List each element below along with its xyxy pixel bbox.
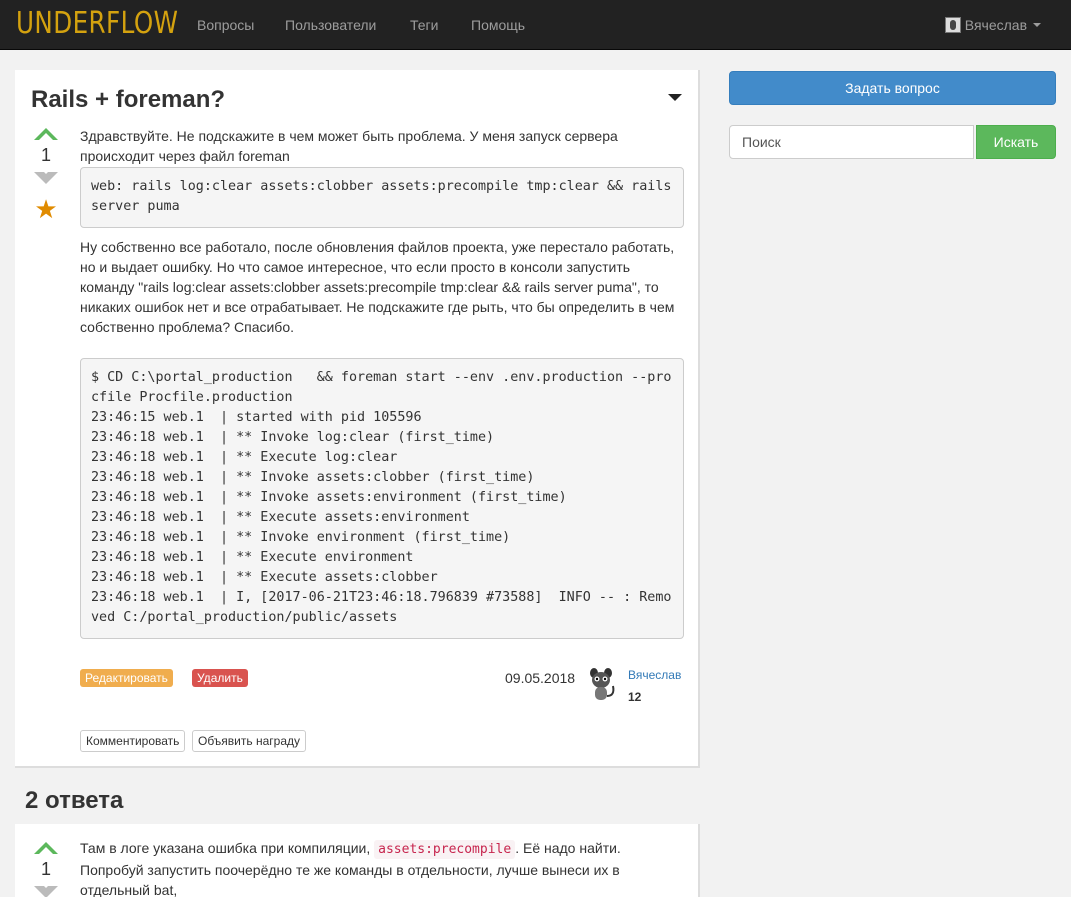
answer-card: 1 Там в логе указана ошибка при компиляц… — [15, 824, 700, 897]
author-reputation: 12 — [628, 690, 642, 704]
nav-tags[interactable]: Теги — [410, 16, 438, 34]
downvote-arrow-icon[interactable] — [34, 167, 58, 184]
answer-text-before: Там в логе указана ошибка при компиляции… — [80, 840, 375, 856]
favorite-star-icon[interactable]: ★ — [33, 196, 59, 222]
nav-help[interactable]: Помощь — [471, 16, 525, 34]
answer-downvote-arrow-icon[interactable] — [34, 881, 58, 897]
search-input[interactable] — [729, 125, 974, 159]
question-card: Rails + foreman? 1 ★ Здравствуйте. Не по… — [15, 70, 700, 768]
delete-button[interactable]: Удалить — [192, 669, 248, 687]
search-button[interactable]: Искать — [976, 125, 1056, 159]
chevron-down-icon — [1033, 23, 1041, 27]
answer-inline-code: assets:precompile — [374, 840, 516, 859]
comment-button[interactable]: Комментировать — [80, 730, 186, 752]
bounty-button[interactable]: Объявить награду — [192, 730, 306, 752]
question-intro: Здравствуйте. Не подскажите в чем может … — [80, 128, 618, 164]
ask-question-button[interactable]: Задать вопрос — [729, 71, 1056, 105]
answer-upvote-arrow-icon[interactable] — [34, 842, 58, 854]
edit-button[interactable]: Редактировать — [80, 669, 173, 687]
brand-logo[interactable]: UNDERFLOW — [16, 7, 178, 41]
upvote-arrow-icon[interactable] — [34, 128, 58, 140]
answer-score: 1 — [40, 859, 51, 879]
nav-questions[interactable]: Вопросы — [197, 16, 254, 34]
nav-users[interactable]: Пользователи — [285, 16, 376, 34]
user-name: Вячеслав — [964, 17, 1027, 33]
answers-heading: 2 ответа — [25, 787, 124, 814]
user-menu[interactable]: Вячеслав — [944, 16, 1041, 34]
code-block-procfile: web: rails log:clear assets:clobber asse… — [80, 167, 684, 228]
vote-column: 1 ★ — [33, 128, 59, 222]
question-title: Rails + foreman? — [31, 86, 226, 113]
author-avatar[interactable] — [585, 666, 617, 702]
answer-text: Там в логе указана ошибка при компиляции… — [80, 838, 684, 897]
question-score: 1 — [40, 145, 51, 165]
user-avatar-icon — [944, 17, 961, 33]
code-block-log: $ CD C:\portal_production && foreman sta… — [80, 358, 684, 639]
question-menu-caret-icon[interactable] — [668, 94, 682, 101]
question-body: Ну собственно все работало, после обновл… — [80, 239, 675, 335]
navbar: UNDERFLOW Вопросы Пользователи Теги Помо… — [0, 0, 1071, 50]
post-date: 09.05.2018 — [505, 670, 576, 686]
author-name-link[interactable]: Вячеслав — [628, 667, 681, 683]
answer-vote-column: 1 — [33, 842, 59, 897]
